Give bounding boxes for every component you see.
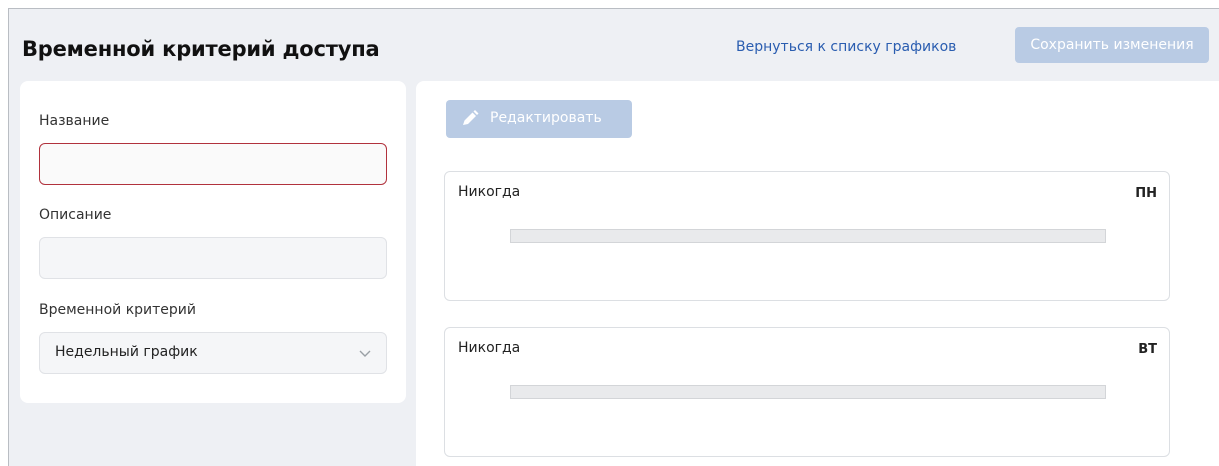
page-title: Временной критерий доступа [22,37,380,61]
day-card-monday: Никогда ПН [444,171,1170,301]
day-state: Никогда [458,340,521,356]
day-name: ПН [1135,186,1157,201]
description-label: Описание [39,207,112,223]
description-input[interactable] [39,237,387,279]
pencil-icon [463,110,479,125]
back-to-schedules-link[interactable]: Вернуться к списку графиков [736,39,956,55]
day-name: ВТ [1138,342,1157,357]
day-timeline-bar [510,385,1106,399]
name-input[interactable] [39,143,387,185]
edit-button-label: Редактировать [490,110,602,126]
app-frame: Временной критерий доступа Вернуться к с… [8,8,1219,466]
day-state: Никогда [458,184,521,200]
schedule-panel: Редактировать Никогда ПН Никогда ВТ [416,81,1219,466]
criteria-select[interactable]: Недельный график [39,332,387,374]
chevron-down-icon [359,350,371,357]
criteria-label: Временной критерий [39,302,196,318]
save-changes-button[interactable]: Сохранить изменения [1015,27,1209,63]
day-timeline-bar [510,229,1106,243]
name-label: Название [39,113,110,129]
edit-button[interactable]: Редактировать [446,100,632,138]
day-card-tuesday: Никогда ВТ [444,327,1170,457]
properties-panel: Название Описание Временной критерий Нед… [20,81,406,403]
criteria-select-value: Недельный график [55,344,198,360]
